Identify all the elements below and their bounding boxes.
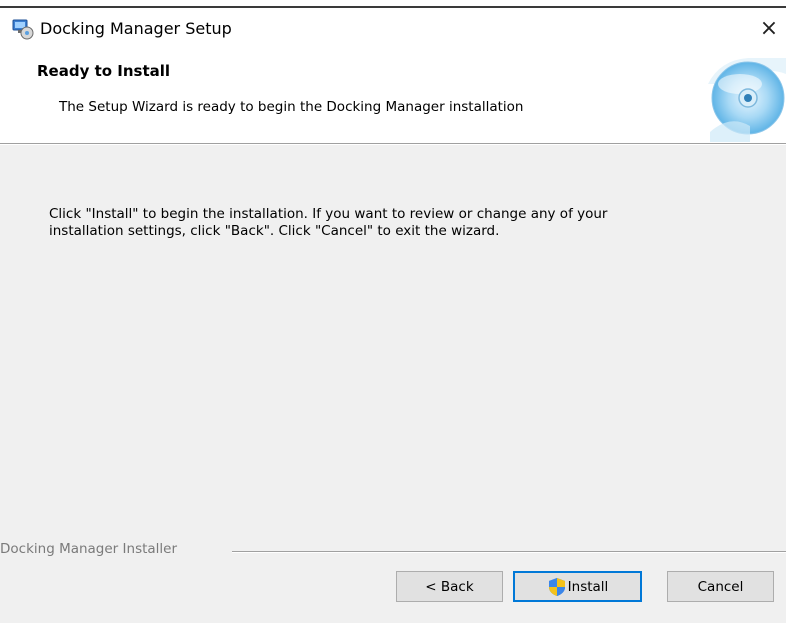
page-title: Ready to Install bbox=[37, 62, 171, 80]
back-button-label: < Back bbox=[425, 578, 474, 595]
back-button[interactable]: < Back bbox=[396, 571, 503, 602]
close-icon[interactable]: × bbox=[756, 15, 782, 41]
installer-icon bbox=[12, 19, 34, 40]
instruction-line-1: Click "Install" to begin the installatio… bbox=[49, 206, 608, 222]
instruction-line-2: installation settings, click "Back". Cli… bbox=[49, 223, 500, 239]
title-bar[interactable]: Docking Manager Setup × bbox=[0, 8, 786, 48]
window-title: Docking Manager Setup bbox=[40, 19, 232, 38]
header-banner: Ready to Install The Setup Wizard is rea… bbox=[0, 48, 786, 143]
disc-icon bbox=[708, 58, 786, 142]
cancel-button[interactable]: Cancel bbox=[667, 571, 774, 602]
cancel-button-label: Cancel bbox=[697, 578, 744, 595]
install-button-label: Install bbox=[567, 578, 609, 595]
instruction-text: Click "Install" to begin the installatio… bbox=[49, 206, 769, 240]
setup-window: Docking Manager Setup × Ready to Install… bbox=[0, 0, 786, 623]
uac-shield-icon bbox=[548, 577, 565, 596]
page-description: The Setup Wizard is ready to begin the D… bbox=[59, 99, 524, 115]
installer-label: Docking Manager Installer bbox=[0, 541, 178, 557]
footer-divider-highlight bbox=[232, 552, 786, 553]
install-button[interactable]: Install bbox=[513, 571, 642, 602]
banner-divider-highlight bbox=[0, 144, 786, 145]
